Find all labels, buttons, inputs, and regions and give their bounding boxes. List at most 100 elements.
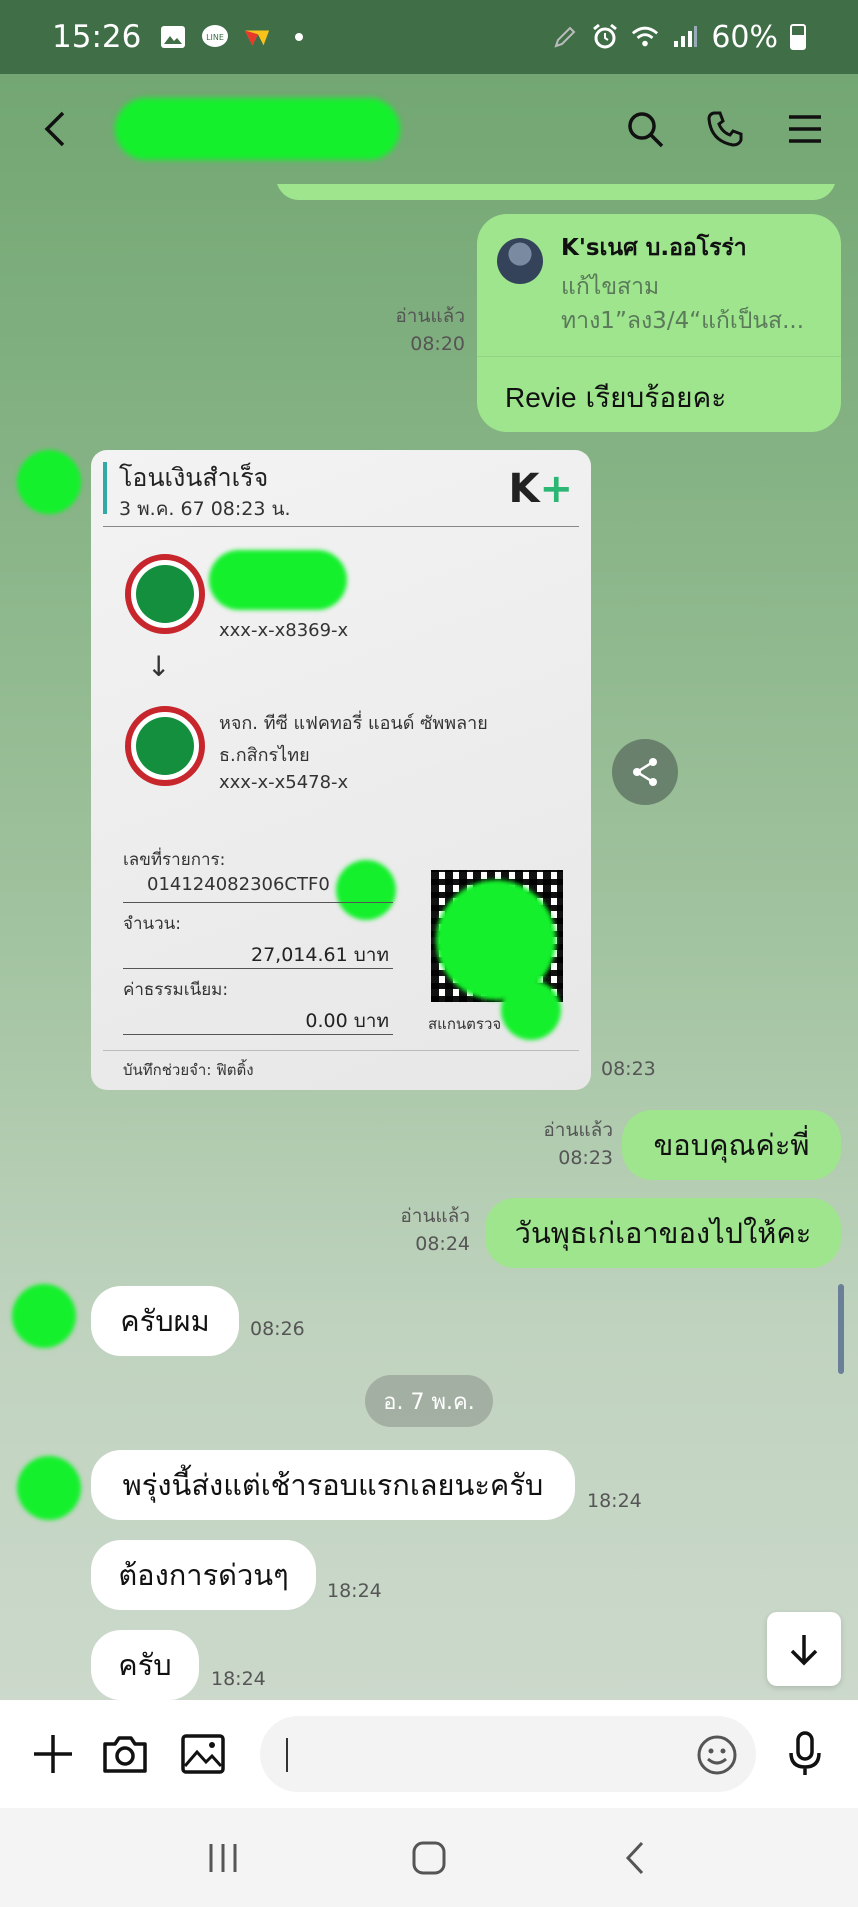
message-bubble-in[interactable]: ต้องการด่วนๆ: [91, 1540, 316, 1610]
sender-avatar[interactable]: [12, 1284, 76, 1348]
ref-label: เลขที่รายการ:: [123, 850, 226, 870]
recents-icon: [209, 1843, 237, 1872]
from-account: xxx-x-x8369-x: [219, 620, 349, 641]
message-text: ขอบคุณค่ะพี่: [653, 1128, 810, 1162]
system-nav-bar: [0, 1808, 858, 1907]
qr-redacted-2: [501, 980, 561, 1040]
sender-name-redacted: [209, 550, 347, 610]
scan-label: สแกนตรวจ: [428, 1015, 502, 1033]
image-icon: [181, 1734, 225, 1774]
read-meta: อ่านแล้ว 08:24: [400, 1205, 470, 1255]
home-button[interactable]: [399, 1833, 459, 1883]
message-bubble-in[interactable]: พรุ่งนี้ส่งแต่เช้ารอบแรกเลยนะครับ: [91, 1450, 575, 1520]
message-text: ครับ: [118, 1648, 172, 1682]
line-notification-icon: LINE: [201, 24, 229, 50]
plus-button[interactable]: [28, 1729, 78, 1779]
svg-text:LINE: LINE: [206, 33, 224, 42]
slip-title: โอนเงินสำเร็จ: [119, 463, 269, 492]
back-icon: [625, 1841, 644, 1874]
scroll-to-bottom-button[interactable]: [767, 1612, 841, 1686]
gallery-notification-icon: [159, 24, 187, 50]
image-button[interactable]: [178, 1729, 228, 1779]
mic-button[interactable]: [780, 1729, 830, 1779]
slip-accent-bar: [103, 462, 107, 514]
battery-icon: [790, 24, 806, 50]
message-input[interactable]: [260, 1716, 756, 1792]
arrow-down-icon: ↓: [147, 650, 171, 683]
slip-memo: บันทึกช่วยจำ: ฟิตติ้ง: [123, 1061, 254, 1079]
read-meta: อ่านแล้ว 08:20: [380, 302, 465, 358]
message-text: ต้องการด่วนๆ: [118, 1558, 289, 1592]
back-button[interactable]: [30, 104, 80, 154]
camera-button[interactable]: [100, 1729, 150, 1779]
message-bubble-in[interactable]: ครับ: [91, 1630, 199, 1700]
arrow-down-icon: [790, 1635, 818, 1666]
plus-icon: [34, 1735, 72, 1773]
transfer-slip-image[interactable]: โอนเงินสำเร็จ 3 พ.ค. 67 08:23 น. K+ xxx-…: [91, 450, 591, 1090]
wifi-icon: [631, 24, 659, 50]
dot-icon: [285, 24, 313, 50]
slip-date: 3 พ.ค. 67 08:23 น.: [119, 498, 291, 520]
message-time: 08:26: [250, 1318, 305, 1340]
call-button[interactable]: [702, 106, 748, 152]
system-back-button[interactable]: [605, 1833, 665, 1883]
share-button[interactable]: [612, 739, 678, 805]
search-button[interactable]: [622, 106, 668, 152]
date-separator: อ. 7 พ.ค.: [365, 1375, 493, 1427]
reply-text: Revie เรียบร้อยคะ: [505, 376, 726, 420]
chat-area[interactable]: K'sเนศ บ.ออโรร่า แก้ไขสาม ทาง1”ลง3/4“แก้…: [0, 184, 858, 1700]
share-icon: [633, 758, 657, 786]
emoji-icon[interactable]: [696, 1734, 738, 1776]
message-time: 18:24: [211, 1668, 266, 1690]
kplus-logo: K+: [508, 466, 573, 512]
fee-label: ค่าธรรมเนียม:: [123, 980, 229, 1000]
message-time: 08:20: [410, 333, 465, 355]
ref-value: 014124082306CTF0: [147, 874, 330, 895]
reply-message-bubble[interactable]: K'sเนศ บ.ออโรร่า แก้ไขสาม ทาง1”ลง3/4“แก้…: [477, 214, 841, 432]
status-bar: 15:26 LINE 60%: [0, 0, 858, 74]
status-time: 15:26: [52, 19, 142, 55]
message-bubble-out[interactable]: ขอบคุณค่ะพี่: [622, 1110, 841, 1180]
back-icon: [44, 111, 65, 147]
message-text: ครับผม: [120, 1304, 210, 1338]
recipient-account: xxx-x-x5478-x: [219, 772, 349, 793]
slip-time: 08:23: [601, 1058, 656, 1080]
recipient-name: หจก. ทีซี แฟคทอรี่ แอนด์ ซัพพลาย: [219, 713, 488, 734]
quoted-avatar: [497, 238, 543, 284]
recent-apps-button[interactable]: [193, 1833, 253, 1883]
message-text: วันพุธเก่เอาของไปให้คะ: [514, 1216, 812, 1250]
message-time: 18:24: [327, 1580, 382, 1602]
message-time: 18:24: [587, 1490, 642, 1512]
read-meta: อ่านแล้ว 08:23: [543, 1119, 613, 1169]
camera-icon: [103, 1736, 147, 1773]
read-label: อ่านแล้ว: [395, 305, 465, 327]
sender-avatar[interactable]: [17, 1456, 81, 1520]
message-bubble-in[interactable]: ครับผม: [91, 1286, 239, 1356]
scrollbar[interactable]: [838, 1284, 844, 1374]
previous-message-bubble[interactable]: [276, 184, 836, 200]
amount-value: 27,014.61 บาท: [251, 944, 389, 966]
battery-percent: 60%: [711, 19, 778, 55]
recipient-bank: ธ.กสิกรไทย: [219, 745, 310, 766]
divider: [477, 356, 841, 357]
pen-icon: [551, 24, 579, 50]
menu-button[interactable]: [782, 106, 828, 152]
message-text: พรุ่งนี้ส่งแต่เช้ารอบแรกเลยนะครับ: [122, 1468, 544, 1502]
quoted-message[interactable]: K'sเนศ บ.ออโรร่า แก้ไขสาม ทาง1”ลง3/4“แก้…: [477, 214, 841, 356]
ref-redacted: [336, 860, 396, 920]
mic-icon: [789, 1731, 821, 1775]
phone-icon: [707, 111, 743, 147]
text-caret: [286, 1738, 288, 1772]
message-bubble-out[interactable]: วันพุธเก่เอาของไปให้คะ: [485, 1198, 841, 1268]
kbank-logo: [125, 554, 205, 634]
kbank-logo-recipient: [125, 706, 205, 786]
contact-name-redacted: [115, 98, 400, 160]
reply-brand: Revie: [505, 382, 577, 413]
quoted-line-2: ทาง1”ลง3/4“แก้เป็นส...: [561, 308, 805, 334]
sender-avatar[interactable]: [17, 450, 81, 514]
alarm-icon: [591, 23, 619, 50]
signal-icon: [671, 24, 699, 50]
app-notification-icon: [243, 24, 271, 50]
chat-header: [0, 74, 858, 184]
message-input-bar: [0, 1700, 858, 1808]
